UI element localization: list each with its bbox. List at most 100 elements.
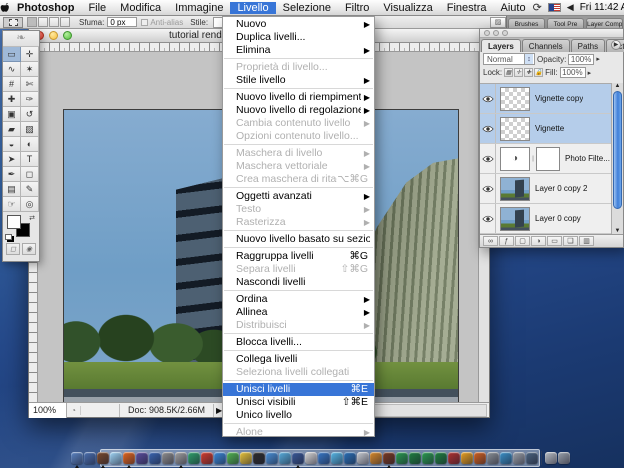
pen-tool[interactable]: ✒ xyxy=(3,167,21,182)
menu-item-blocca-livelli[interactable]: Blocca livelli... xyxy=(223,336,374,349)
sync-icon[interactable]: ⟳ xyxy=(533,1,542,14)
layer-name[interactable]: Layer 0 copy xyxy=(535,214,581,223)
dock-icon[interactable] xyxy=(396,452,408,464)
eraser-tool[interactable]: ▰ xyxy=(3,122,21,137)
dock-icon[interactable] xyxy=(545,452,557,464)
history-brush-tool[interactable]: ↺ xyxy=(21,107,39,122)
menu-item-elimina[interactable]: Elimina▶ xyxy=(223,44,374,57)
volume-icon[interactable]: ◀ xyxy=(567,2,574,13)
dock-icon[interactable] xyxy=(136,452,148,464)
dock-icon[interactable] xyxy=(435,452,447,464)
minimize-button[interactable] xyxy=(49,31,58,40)
dock-icon[interactable] xyxy=(266,452,278,464)
dock-icon[interactable] xyxy=(201,452,213,464)
dodge-tool[interactable]: ◐ xyxy=(21,137,39,152)
fill-slider-arrow[interactable]: ▸ xyxy=(588,69,592,77)
menubar-item-visualizza[interactable]: Visualizza xyxy=(376,2,439,14)
selection-combine-buttons[interactable] xyxy=(27,17,70,27)
delete-layer-icon[interactable]: ▥ xyxy=(579,236,594,246)
layer-thumbnail[interactable] xyxy=(500,177,530,201)
menubar-item-filtro[interactable]: Filtro xyxy=(338,2,376,14)
go-to-bridge-button[interactable]: ▨ xyxy=(490,17,506,28)
layer-style-icon[interactable]: ƒ xyxy=(499,236,514,246)
zoom-level-field[interactable]: 100% xyxy=(29,403,67,418)
menu-item-raggruppa-livelli[interactable]: Raggruppa livelli⌘G xyxy=(223,250,374,263)
dock-icon[interactable] xyxy=(461,452,473,464)
dock-icon[interactable] xyxy=(344,452,356,464)
crop-tool[interactable]: # xyxy=(3,77,21,92)
layer-name[interactable]: Photo Filte... xyxy=(565,154,610,163)
opacity-slider-arrow[interactable]: ▸ xyxy=(596,55,600,63)
dock-icon[interactable] xyxy=(474,452,486,464)
layer-visibility-eye-icon[interactable] xyxy=(480,204,496,233)
standard-mode-button[interactable]: ◻ xyxy=(6,243,20,255)
menu-item-stile-livello[interactable]: Stile livello▶ xyxy=(223,74,374,87)
dock-icon[interactable] xyxy=(422,452,434,464)
menubar-item-file[interactable]: File xyxy=(81,2,113,14)
layer-name[interactable]: Vignette xyxy=(535,124,564,133)
menubar-item-photoshop[interactable]: Photoshop xyxy=(10,2,81,14)
palette-menu-button[interactable]: ▶ xyxy=(611,40,621,50)
dock-icon[interactable] xyxy=(487,452,499,464)
layer-thumbnail[interactable] xyxy=(500,87,530,111)
menu-item-unisci-livelli[interactable]: Unisci livelli⌘E xyxy=(223,383,374,396)
fill-field[interactable]: 100% xyxy=(560,67,586,78)
new-layer-icon[interactable]: ❑ xyxy=(563,236,578,246)
dock-icon[interactable] xyxy=(214,452,226,464)
eyedropper-tool[interactable]: ✎ xyxy=(21,182,39,197)
adjustment-layer-icon[interactable]: ◑ xyxy=(531,236,546,246)
layers-scrollbar[interactable]: ▲ ▼ xyxy=(611,83,623,234)
lock-buttons[interactable]: ▦✛✚🔒 xyxy=(504,68,543,77)
zoom-tool[interactable]: ◎ xyxy=(21,197,39,212)
gradient-tool[interactable]: ▨ xyxy=(21,122,39,137)
palette-well-tab-layer-comps[interactable]: Layer Comps xyxy=(586,18,623,29)
palette-well-tab-brushes[interactable]: Brushes xyxy=(508,18,545,29)
menu-item-unico-livello[interactable]: Unico livello xyxy=(223,409,374,422)
dock-icon[interactable] xyxy=(71,452,83,464)
lasso-tool[interactable]: ∿ xyxy=(3,62,21,77)
layer-visibility-eye-icon[interactable] xyxy=(480,144,496,173)
palette-tab-channels[interactable]: Channels xyxy=(522,39,570,52)
dock-icon[interactable] xyxy=(123,452,135,464)
menu-item-unisci-visibili[interactable]: Unisci visibili⇧⌘E xyxy=(223,396,374,409)
palette-title-bar[interactable] xyxy=(480,29,623,38)
dock-icon[interactable] xyxy=(149,452,161,464)
dock-icon[interactable] xyxy=(331,452,343,464)
palette-tab-layers[interactable]: Layers xyxy=(481,39,521,52)
dock-icon[interactable] xyxy=(110,452,122,464)
layer-mask-icon[interactable]: ▢ xyxy=(515,236,530,246)
layer-visibility-eye-icon[interactable] xyxy=(480,84,496,113)
shape-tool[interactable]: ◻ xyxy=(21,167,39,182)
menu-item-collega-livelli[interactable]: Collega livelli xyxy=(223,353,374,366)
dock-icon[interactable] xyxy=(357,452,369,464)
dock-icon[interactable] xyxy=(558,452,570,464)
dock-icon[interactable] xyxy=(513,452,525,464)
notes-tool[interactable]: ▤ xyxy=(3,182,21,197)
dock-icon[interactable] xyxy=(526,452,538,464)
layer-thumbnail[interactable] xyxy=(500,207,530,231)
dock-icon[interactable] xyxy=(448,452,460,464)
layer-name[interactable]: Vignette copy xyxy=(535,94,583,103)
menu-item-nuovo-livello-di-regolazione[interactable]: Nuovo livello di regolazione▶ xyxy=(223,104,374,117)
dock-icon[interactable] xyxy=(84,452,96,464)
hand-tool[interactable]: ☞ xyxy=(3,197,21,212)
menubar-item-modifica[interactable]: Modifica xyxy=(113,2,168,14)
menu-item-nuovo-livello-basato-su-sezioni[interactable]: Nuovo livello basato su sezioni xyxy=(223,233,374,246)
dock-icon[interactable] xyxy=(240,452,252,464)
healing-brush-tool[interactable]: ✚ xyxy=(3,92,21,107)
dock-icon[interactable] xyxy=(162,452,174,464)
dock-icon[interactable] xyxy=(305,452,317,464)
palette-well-tab-tool-presets[interactable]: Tool Pre xyxy=(547,18,584,29)
feather-input[interactable] xyxy=(107,17,137,27)
type-tool[interactable]: T xyxy=(21,152,39,167)
foreground-color-swatch[interactable] xyxy=(7,215,21,229)
layer-row[interactable]: Vignette xyxy=(480,114,611,144)
blend-mode-select[interactable]: Normal xyxy=(483,53,535,65)
link-layers-icon[interactable]: ∞ xyxy=(483,236,498,246)
dock-icon[interactable] xyxy=(383,452,395,464)
menu-item-nuovo-livello-di-riempimento[interactable]: Nuovo livello di riempimento▶ xyxy=(223,91,374,104)
scrollbar-thumb[interactable] xyxy=(613,91,622,209)
layer-row[interactable]: ◑❘Photo Filte... xyxy=(480,144,611,174)
magic-wand-tool[interactable]: ✶ xyxy=(21,62,39,77)
dock-icon[interactable] xyxy=(500,452,512,464)
